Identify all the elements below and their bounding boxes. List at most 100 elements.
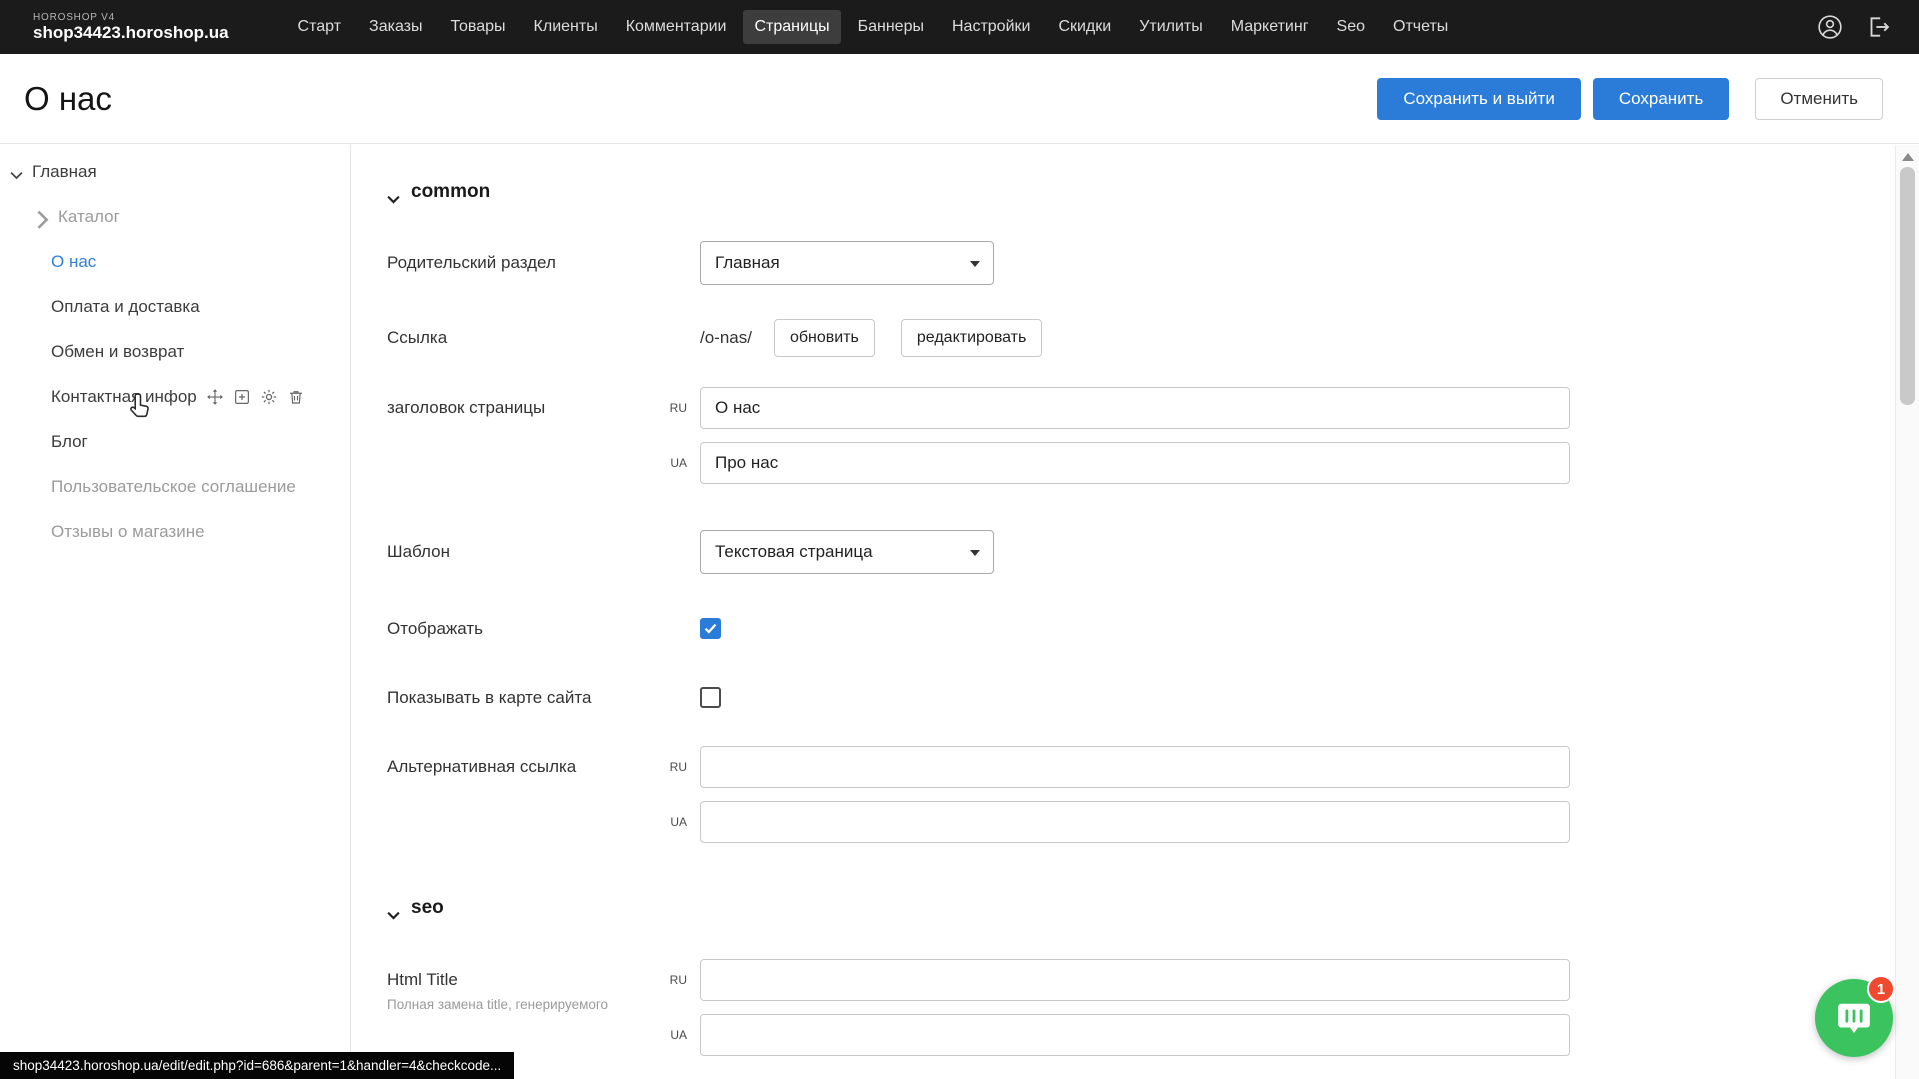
page-title: О нас (24, 80, 112, 118)
field-link: Ссылка /o-nas/ обновить редактировать (352, 319, 1895, 357)
gear-icon[interactable] (260, 388, 278, 406)
html-title-ua-input[interactable] (700, 1014, 1570, 1056)
cancel-button[interactable]: Отменить (1755, 78, 1883, 120)
sidebar-item-label: Контактная инфор (51, 387, 197, 407)
sidebar-item-store-reviews[interactable]: Отзывы о магазине (0, 509, 350, 554)
sidebar-item-label: Главная (32, 162, 97, 182)
section-common[interactable]: common (387, 181, 1895, 203)
nav-pages[interactable]: Страницы (743, 10, 840, 44)
sidebar-item-label: Блог (51, 432, 88, 452)
top-navigation: Старт Заказы Товары Клиенты Комментарии … (287, 10, 1460, 44)
field-label: Отображать (387, 619, 700, 639)
nav-utilities[interactable]: Утилиты (1128, 10, 1214, 44)
brand-domain: shop34423.horoshop.ua (33, 23, 229, 42)
sidebar-item-payment-delivery[interactable]: Оплата и доставка (0, 284, 350, 329)
nav-orders[interactable]: Заказы (358, 10, 433, 44)
field-label: Шаблон (387, 542, 700, 562)
field-sitemap: Показывать в карте сайта (352, 687, 1895, 708)
logout-icon[interactable] (1865, 14, 1891, 40)
sidebar-item-catalog[interactable]: Каталог (0, 194, 350, 239)
header-buttons: Сохранить и выйти Сохранить Отменить (1377, 78, 1883, 120)
nav-reports[interactable]: Отчеты (1382, 10, 1459, 44)
link-path: /o-nas/ (700, 328, 752, 348)
tree-item-actions (206, 388, 305, 406)
brand-version: HOROSHOP V4 (33, 12, 229, 23)
cursor-hand-icon (128, 392, 155, 422)
field-label-block: Html Title Полная замена title, генериру… (387, 959, 657, 1012)
field-hint: Полная замена title, генерируемого (387, 997, 657, 1012)
check-icon (704, 623, 717, 634)
sidebar-item-label: Каталог (58, 207, 120, 227)
sidebar-item-exchange-return[interactable]: Обмен и возврат (0, 329, 350, 374)
status-url-bar: shop34423.horoshop.ua/edit/edit.php?id=6… (0, 1052, 514, 1079)
nav-seo[interactable]: Seo (1326, 10, 1376, 44)
template-select[interactable]: Текстовая страница (700, 530, 994, 574)
nav-settings[interactable]: Настройки (941, 10, 1041, 44)
account-icon[interactable] (1817, 14, 1843, 40)
chat-bubble-icon (1835, 999, 1873, 1037)
move-icon[interactable] (206, 388, 224, 406)
html-title-ru-input[interactable] (700, 959, 1570, 1001)
display-checkbox[interactable] (700, 618, 721, 639)
pages-tree-sidebar: Главная Каталог О нас Оплата и доставка … (0, 145, 351, 1079)
save-button[interactable]: Сохранить (1593, 78, 1729, 120)
topbar: HOROSHOP V4 shop34423.horoshop.ua Старт … (0, 0, 1919, 54)
field-label: Html Title (387, 970, 657, 990)
field-label: Альтернативная ссылка (387, 746, 657, 777)
alt-link-ua-input[interactable] (700, 801, 1570, 843)
nav-comments[interactable]: Комментарии (615, 10, 738, 44)
sidebar-item-label: Отзывы о магазине (51, 522, 205, 542)
chevron-down-icon (10, 165, 23, 178)
lang-ua-label: UA (657, 1028, 700, 1042)
nav-banners[interactable]: Баннеры (847, 10, 935, 44)
scroll-up-arrow[interactable] (1902, 153, 1914, 161)
scrollbar[interactable] (1895, 145, 1919, 1079)
refresh-link-button[interactable]: обновить (774, 319, 875, 357)
lang-ru-label: RU (657, 401, 700, 415)
lang-ua-label: UA (657, 815, 700, 829)
field-html-title: Html Title Полная замена title, генериру… (352, 959, 1895, 1056)
nav-start[interactable]: Старт (287, 10, 352, 44)
alt-link-ru-input[interactable] (700, 746, 1570, 788)
trash-icon[interactable] (287, 388, 305, 406)
chat-launcher[interactable]: 1 (1815, 979, 1893, 1057)
page-title-ru-input[interactable] (700, 387, 1570, 429)
chevron-down-icon (387, 904, 400, 913)
section-seo[interactable]: seo (387, 897, 1895, 919)
brand[interactable]: HOROSHOP V4 shop34423.horoshop.ua (33, 12, 229, 42)
sidebar-item-label: Оплата и доставка (51, 297, 200, 317)
field-label: Показывать в карте сайта (387, 688, 700, 708)
sidebar-item-user-agreement[interactable]: Пользовательское соглашение (0, 464, 350, 509)
save-and-exit-button[interactable]: Сохранить и выйти (1377, 78, 1580, 120)
section-title: common (411, 181, 490, 203)
nav-discounts[interactable]: Скидки (1047, 10, 1122, 44)
section-title: seo (411, 897, 444, 919)
nav-clients[interactable]: Клиенты (523, 10, 609, 44)
field-parent-section: Родительский раздел Главная (352, 241, 1895, 285)
lang-ua-label: UA (657, 456, 700, 470)
edit-link-button[interactable]: редактировать (901, 319, 1042, 357)
chevron-right-icon (36, 210, 49, 223)
sidebar-item-contact-info[interactable]: Контактная инфор (0, 374, 350, 419)
parent-section-select[interactable]: Главная (700, 241, 994, 285)
field-template: Шаблон Текстовая страница (352, 530, 1895, 574)
lang-ru-label: RU (657, 973, 700, 987)
nav-marketing[interactable]: Маркетинг (1220, 10, 1320, 44)
field-page-title: заголовок страницы RU UA (352, 387, 1895, 484)
nav-products[interactable]: Товары (440, 10, 517, 44)
sidebar-item-label: О нас (51, 252, 96, 272)
field-label: Ссылка (387, 328, 700, 348)
sitemap-checkbox[interactable] (700, 687, 721, 708)
add-icon[interactable] (233, 388, 251, 406)
sidebar-item-blog[interactable]: Блог (0, 419, 350, 464)
page-edit-form: common Родительский раздел Главная Ссылк… (352, 145, 1895, 1079)
selected-value: Текстовая страница (715, 542, 873, 562)
field-display: Отображать (352, 618, 1895, 639)
page-title-ua-input[interactable] (700, 442, 1570, 484)
sidebar-item-label: Пользовательское соглашение (51, 477, 296, 497)
page-header: О нас Сохранить и выйти Сохранить Отмени… (0, 54, 1919, 144)
scrollbar-thumb[interactable] (1900, 167, 1915, 405)
lang-ru-label: RU (657, 760, 700, 774)
sidebar-item-home[interactable]: Главная (0, 149, 350, 194)
sidebar-item-about[interactable]: О нас (0, 239, 350, 284)
